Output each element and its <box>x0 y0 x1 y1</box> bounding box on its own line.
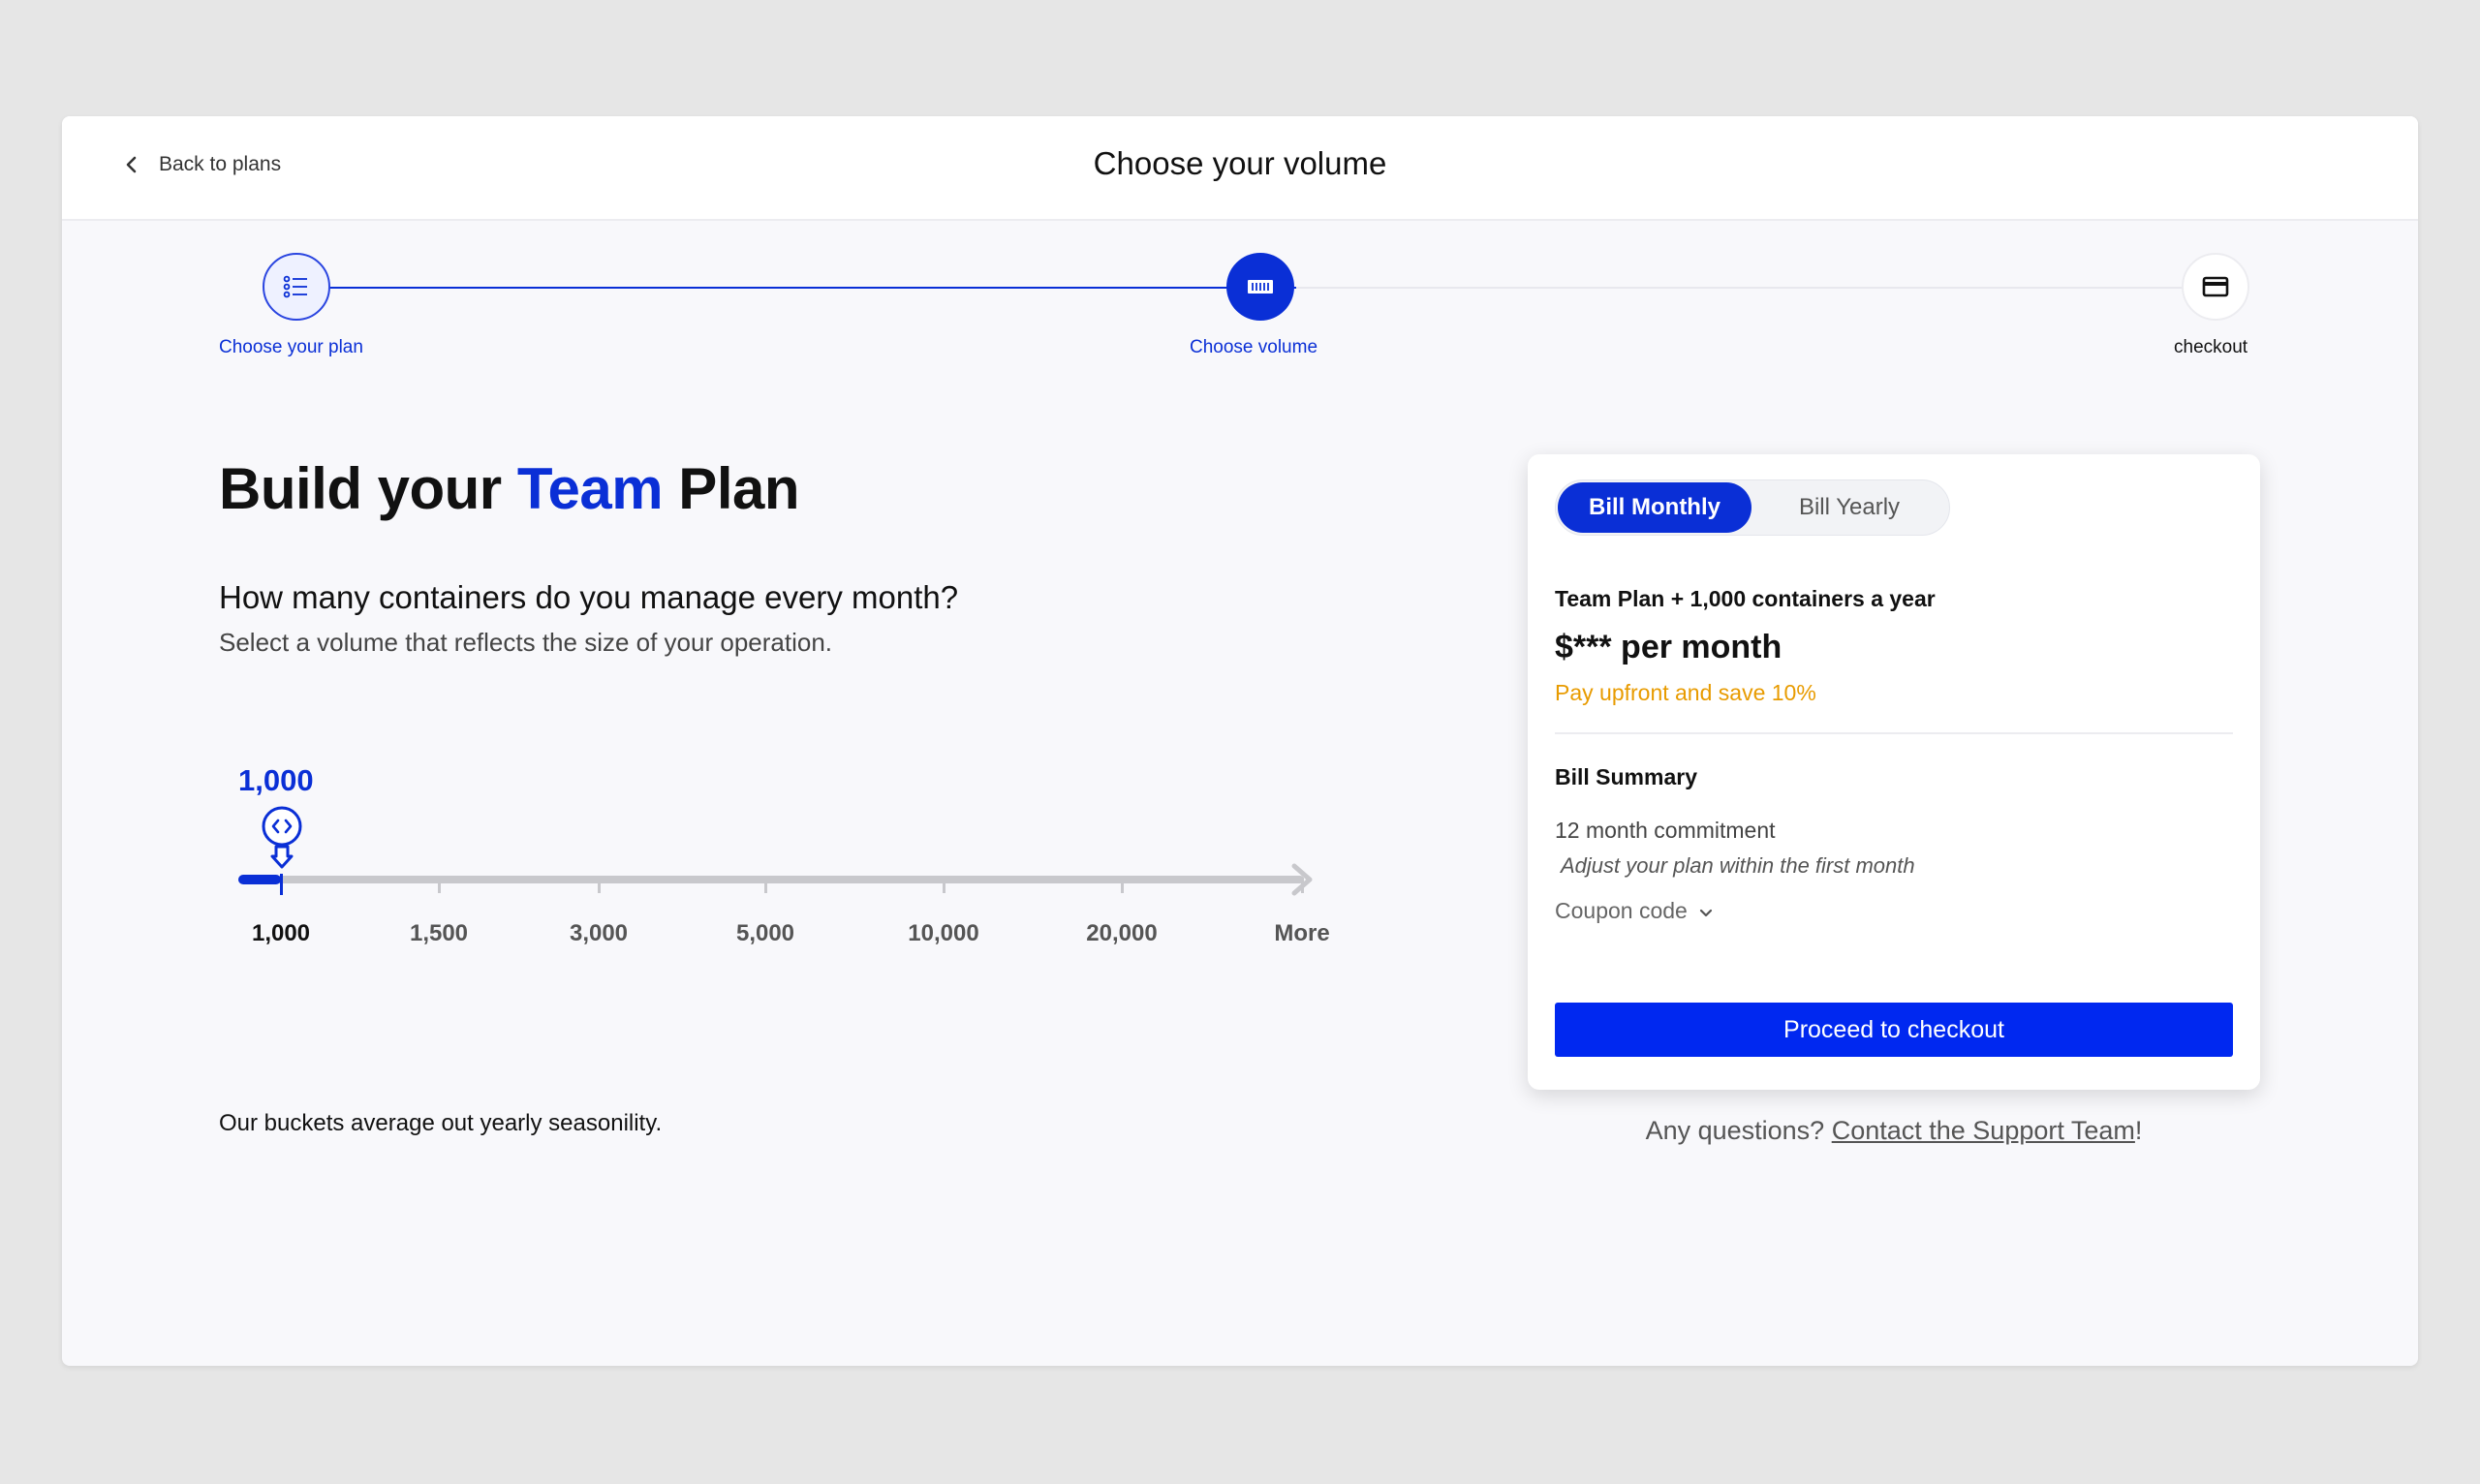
support-prefix: Any questions? <box>1645 1116 1832 1145</box>
bill-monthly-option[interactable]: Bill Monthly <box>1558 482 1752 533</box>
slider-tick-label[interactable]: 5,000 <box>736 920 794 947</box>
step-checkout-label: checkout <box>2174 337 2248 357</box>
slider-tick-label[interactable]: 1,500 <box>410 920 468 947</box>
step-choose-volume-label: Choose volume <box>1190 337 1318 357</box>
bill-summary-title: Bill Summary <box>1555 764 1697 789</box>
slider-tick-label[interactable]: More <box>1274 920 1329 947</box>
slider-tick-label[interactable]: 1,000 <box>252 920 310 947</box>
step-checkout-circle[interactable] <box>2182 253 2249 321</box>
slider-tick-label[interactable]: 20,000 <box>1086 920 1157 947</box>
contact-support-link[interactable]: Contact the Support Team <box>1832 1116 2135 1145</box>
headline-suffix: Plan <box>663 456 800 521</box>
coupon-code-label: Coupon code <box>1555 898 1688 923</box>
headline-prefix: Build your <box>219 456 517 521</box>
slider-track-fill <box>238 875 281 884</box>
slider-current-value: 1,000 <box>238 763 314 797</box>
slider-tick[interactable] <box>438 878 441 893</box>
app-window: Back to plans Choose your volume Choose … <box>62 116 2418 1366</box>
billing-period-toggle[interactable]: Bill Monthly Bill Yearly <box>1555 479 1950 536</box>
slider-tick[interactable] <box>764 878 767 893</box>
commitment-text: 12 month commitment <box>1555 818 1776 843</box>
slider-handle[interactable] <box>260 806 304 870</box>
chevron-down-icon <box>1699 909 1712 916</box>
progress-stepper: Choose your plan Choose volume checkout <box>62 221 2418 366</box>
top-bar: Back to plans Choose your volume <box>62 116 2418 221</box>
coupon-code-dropdown[interactable]: Coupon code <box>1555 898 1715 924</box>
bill-summary-card: Bill Monthly Bill Yearly Team Plan + 1,0… <box>1528 454 2260 1090</box>
support-line: Any questions? Contact the Support Team! <box>1528 1116 2260 1146</box>
step-choose-volume-circle[interactable] <box>1226 253 1294 321</box>
support-suffix: ! <box>2134 1116 2143 1145</box>
card-divider <box>1555 732 2233 734</box>
stepper-line-complete <box>294 287 1296 289</box>
credit-card-icon <box>2202 276 2229 297</box>
slider-tick[interactable] <box>598 878 601 893</box>
headline-accent: Team <box>516 456 664 521</box>
slider-tick[interactable] <box>943 878 946 893</box>
stepper-line-upcoming <box>1296 287 2216 289</box>
slider-tick-label[interactable]: 3,000 <box>570 920 628 947</box>
slider-tick[interactable] <box>280 874 283 895</box>
slider-tick[interactable] <box>1301 878 1304 893</box>
volume-slider[interactable]: 1,000 1,000 1,500 3,000 5,000 10,000 20,000 Mo… <box>236 756 1380 946</box>
step-choose-plan-circle[interactable] <box>263 253 330 321</box>
plan-price: $*** per month <box>1555 629 1782 665</box>
slider-tick[interactable] <box>1121 878 1124 893</box>
page-title: Choose your volume <box>1093 145 1387 181</box>
page-headline: Build your Team Plan <box>219 455 800 522</box>
proceed-to-checkout-button[interactable]: Proceed to checkout <box>1555 1003 2233 1057</box>
plan-name: Team Plan + 1,000 containers a year <box>1555 586 1936 611</box>
bill-yearly-option[interactable]: Bill Yearly <box>1753 482 1945 533</box>
step-choose-plan-label: Choose your plan <box>219 337 363 357</box>
container-icon <box>1248 280 1273 294</box>
volume-helper-text: Select a volume that reflects the size o… <box>219 628 833 657</box>
list-icon <box>283 275 307 298</box>
seasonality-note: Our buckets average out yearly seasonili… <box>219 1110 663 1136</box>
adjust-plan-text: Adjust your plan within the first month <box>1561 853 1915 878</box>
slider-track[interactable] <box>238 876 1304 883</box>
volume-question: How many containers do you manage every … <box>219 579 959 615</box>
slider-tick-label[interactable]: 10,000 <box>908 920 978 947</box>
save-callout: Pay upfront and save 10% <box>1555 680 1816 705</box>
